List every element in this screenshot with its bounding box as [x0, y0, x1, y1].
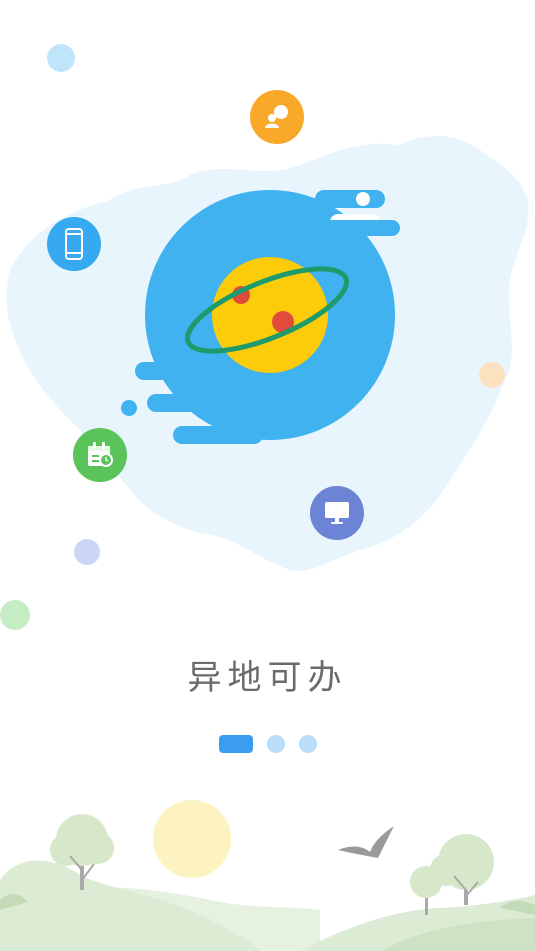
desktop-monitor-icon — [310, 486, 364, 540]
page-indicator-active[interactable] — [218, 735, 253, 753]
page-indicator-dot[interactable] — [298, 735, 317, 753]
decor-dot-lightblue — [47, 44, 75, 72]
page-indicator-dot[interactable] — [266, 735, 285, 753]
planet-illustration — [121, 190, 400, 444]
chat-person-icon — [250, 90, 304, 144]
bird-illustration — [338, 826, 394, 858]
landscape-illustration — [0, 814, 535, 951]
page-indicator — [0, 735, 535, 753]
onboarding-tagline: 异地可办 — [187, 658, 348, 698]
decor-dot-peach — [479, 362, 505, 388]
calendar-clock-icon — [73, 428, 127, 482]
mobile-phone-icon — [47, 217, 101, 271]
decor-dot-green — [0, 600, 30, 630]
decor-dot-lavender — [74, 539, 100, 565]
